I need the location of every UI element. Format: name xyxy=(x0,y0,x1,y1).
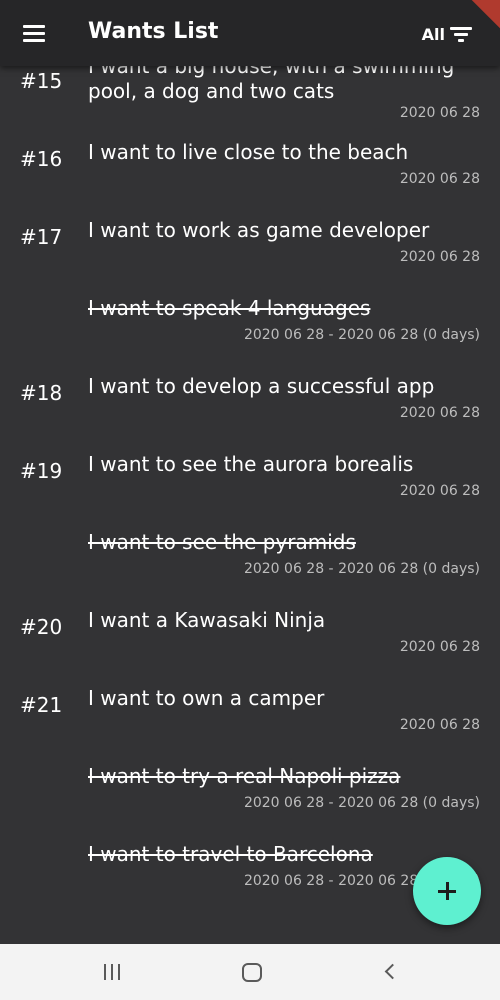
list-item[interactable]: #17 I want to work as game developer 202… xyxy=(0,218,500,268)
hamburger-menu-icon[interactable] xyxy=(14,14,54,54)
want-date: 2020 06 28 xyxy=(399,639,480,655)
want-date: 2020 06 28 - 2020 06 28 (0 days) xyxy=(243,795,480,811)
want-date: 2020 06 28 xyxy=(399,171,480,187)
want-text: I want to travel to Barcelona xyxy=(88,842,373,866)
list-item[interactable]: #18 I want to develop a successful app 2… xyxy=(0,374,500,424)
want-text: I want to own a camper xyxy=(88,686,325,710)
wants-list[interactable]: #15 I want a big house, with a swimming … xyxy=(0,0,500,944)
want-date: 2020 06 28 xyxy=(399,249,480,265)
add-want-button[interactable] xyxy=(413,857,481,925)
filter-label: All xyxy=(421,24,445,44)
want-number: #17 xyxy=(20,225,63,249)
list-item[interactable]: I want to see the pyramids 2020 06 28 - … xyxy=(0,530,500,580)
list-item[interactable]: #16 I want to live close to the beach 20… xyxy=(0,140,500,190)
filter-button[interactable]: All xyxy=(422,18,472,50)
page-title: Wants List xyxy=(88,19,219,44)
want-text: I want a Kawasaki Ninja xyxy=(88,608,326,632)
want-number: #15 xyxy=(20,69,63,93)
recents-icon[interactable] xyxy=(103,964,121,980)
want-date: 2020 06 28 xyxy=(399,405,480,421)
want-text: I want to speak 4 languages xyxy=(88,296,371,320)
app-bar: Wants List All xyxy=(0,0,500,66)
home-icon[interactable] xyxy=(242,963,262,982)
list-item[interactable]: I want to try a real Napoli pizza 2020 0… xyxy=(0,764,500,814)
list-item[interactable]: #21 I want to own a camper 2020 06 28 xyxy=(0,686,500,736)
want-date: 2020 06 28 xyxy=(399,483,480,499)
filter-list-icon xyxy=(450,25,472,43)
list-item[interactable]: #20 I want a Kawasaki Ninja 2020 06 28 xyxy=(0,608,500,658)
want-text: I want to live close to the beach xyxy=(88,140,409,164)
want-text: I want to try a real Napoli pizza xyxy=(88,764,401,788)
want-date: 2020 06 28 xyxy=(399,105,480,121)
want-number: #20 xyxy=(20,615,63,639)
want-number: #18 xyxy=(20,381,63,405)
want-text: I want to see the aurora borealis xyxy=(88,452,414,476)
want-number: #16 xyxy=(20,147,63,171)
list-item[interactable]: I want to speak 4 languages 2020 06 28 -… xyxy=(0,296,500,346)
want-date: 2020 06 28 - 2020 06 28 (0 days) xyxy=(243,327,480,343)
want-text: I want to see the pyramids xyxy=(88,530,356,554)
want-text: I want to work as game developer xyxy=(88,218,430,242)
want-date: 2020 06 28 xyxy=(399,717,480,733)
want-number: #19 xyxy=(20,459,63,483)
list-item[interactable]: #19 I want to see the aurora borealis 20… xyxy=(0,452,500,502)
back-icon[interactable] xyxy=(384,963,401,980)
want-text: I want to develop a successful app xyxy=(88,374,435,398)
want-date: 2020 06 28 - 2020 06 28 (0 days) xyxy=(243,561,480,577)
system-navigation-bar xyxy=(0,944,500,1000)
want-number: #21 xyxy=(20,693,63,717)
